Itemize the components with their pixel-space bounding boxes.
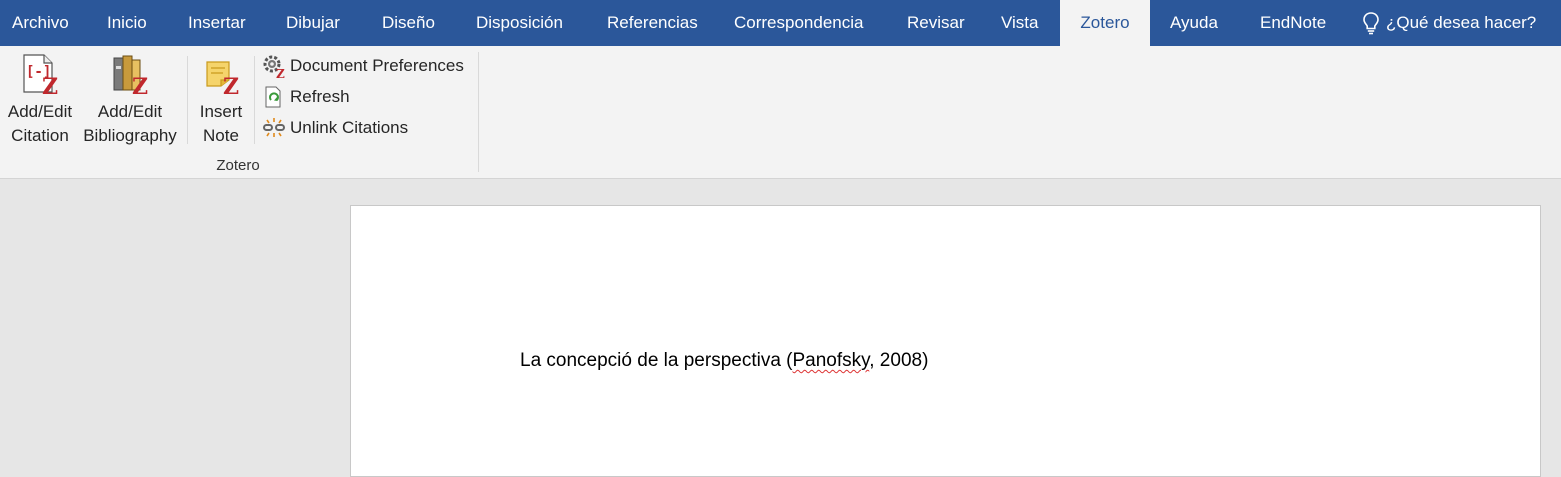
- add-edit-bibliography-label-2: Bibliography: [83, 126, 177, 145]
- tab-disposicion[interactable]: Disposición: [476, 0, 563, 46]
- group-label-zotero: Zotero: [216, 157, 260, 174]
- document-paragraph[interactable]: La concepció de la perspectiva (Panofsky…: [520, 350, 928, 372]
- gear-icon: Z: [262, 54, 286, 81]
- unlink-icon: [262, 116, 286, 140]
- tell-me-label: ¿Qué desea hacer?: [1386, 13, 1537, 32]
- add-edit-bibliography-label-1: Add/Edit: [97, 102, 163, 121]
- add-edit-citation-label-1: Add/Edit: [7, 102, 73, 121]
- tab-correspondencia[interactable]: Correspondencia: [734, 0, 863, 46]
- lightbulb-icon: [1363, 12, 1379, 35]
- document-preferences-button[interactable]: Z Document Preferences: [262, 53, 464, 81]
- ribbon-zotero: [-] Z Add/Edit Citation Z Add/Edit Bibli…: [0, 46, 1561, 179]
- paragraph-text: La concepció de la perspectiva (: [520, 350, 793, 371]
- refresh-icon: [262, 85, 286, 109]
- document-page[interactable]: La concepció de la perspectiva (Panofsky…: [350, 205, 1541, 477]
- note-icon: Z: [199, 52, 243, 100]
- tab-insertar[interactable]: Insertar: [188, 0, 246, 46]
- document-preferences-label: Document Preferences: [290, 56, 464, 75]
- ribbon-separator: [187, 56, 188, 144]
- unlink-citations-label: Unlink Citations: [290, 118, 409, 137]
- tab-dibujar[interactable]: Dibujar: [286, 0, 340, 46]
- tell-me-search[interactable]: ¿Qué desea hacer?: [1362, 0, 1536, 46]
- tab-referencias[interactable]: Referencias: [607, 0, 698, 46]
- svg-text:Z: Z: [223, 74, 239, 96]
- group-separator: [478, 52, 479, 172]
- unlink-citations-button[interactable]: Unlink Citations: [262, 115, 408, 141]
- tab-vista[interactable]: Vista: [1001, 0, 1039, 46]
- add-edit-citation-label-2: Citation: [11, 126, 69, 145]
- refresh-button[interactable]: Refresh: [262, 84, 350, 110]
- citation-author[interactable]: Panofsky: [793, 350, 870, 371]
- document-area: La concepció de la perspectiva (Panofsky…: [0, 179, 1561, 477]
- tab-inicio[interactable]: Inicio: [107, 0, 147, 46]
- menu-bar: Archivo Inicio Insertar Dibujar Diseño D…: [0, 0, 1561, 46]
- add-edit-bibliography-button[interactable]: Z Add/Edit Bibliography: [80, 52, 180, 152]
- tab-ayuda[interactable]: Ayuda: [1170, 0, 1218, 46]
- citation-year: , 2008): [869, 350, 929, 371]
- insert-note-label-1: Insert: [199, 102, 243, 121]
- tab-zotero[interactable]: Zotero: [1060, 0, 1150, 46]
- citation-icon: [-] Z: [18, 52, 62, 100]
- tab-diseno[interactable]: Diseño: [382, 0, 435, 46]
- svg-text:Z: Z: [276, 67, 285, 78]
- add-edit-citation-button[interactable]: [-] Z Add/Edit Citation: [2, 52, 78, 152]
- insert-note-button[interactable]: Z Insert Note: [194, 52, 248, 152]
- svg-text:Z: Z: [42, 74, 58, 96]
- tab-revisar[interactable]: Revisar: [907, 0, 965, 46]
- insert-note-label-2: Note: [203, 126, 239, 145]
- refresh-label: Refresh: [290, 87, 350, 106]
- tab-archivo[interactable]: Archivo: [12, 0, 69, 46]
- svg-text:Z: Z: [132, 74, 148, 96]
- bibliography-icon: Z: [108, 52, 152, 100]
- ribbon-separator: [254, 56, 255, 144]
- tab-endnote[interactable]: EndNote: [1260, 0, 1326, 46]
